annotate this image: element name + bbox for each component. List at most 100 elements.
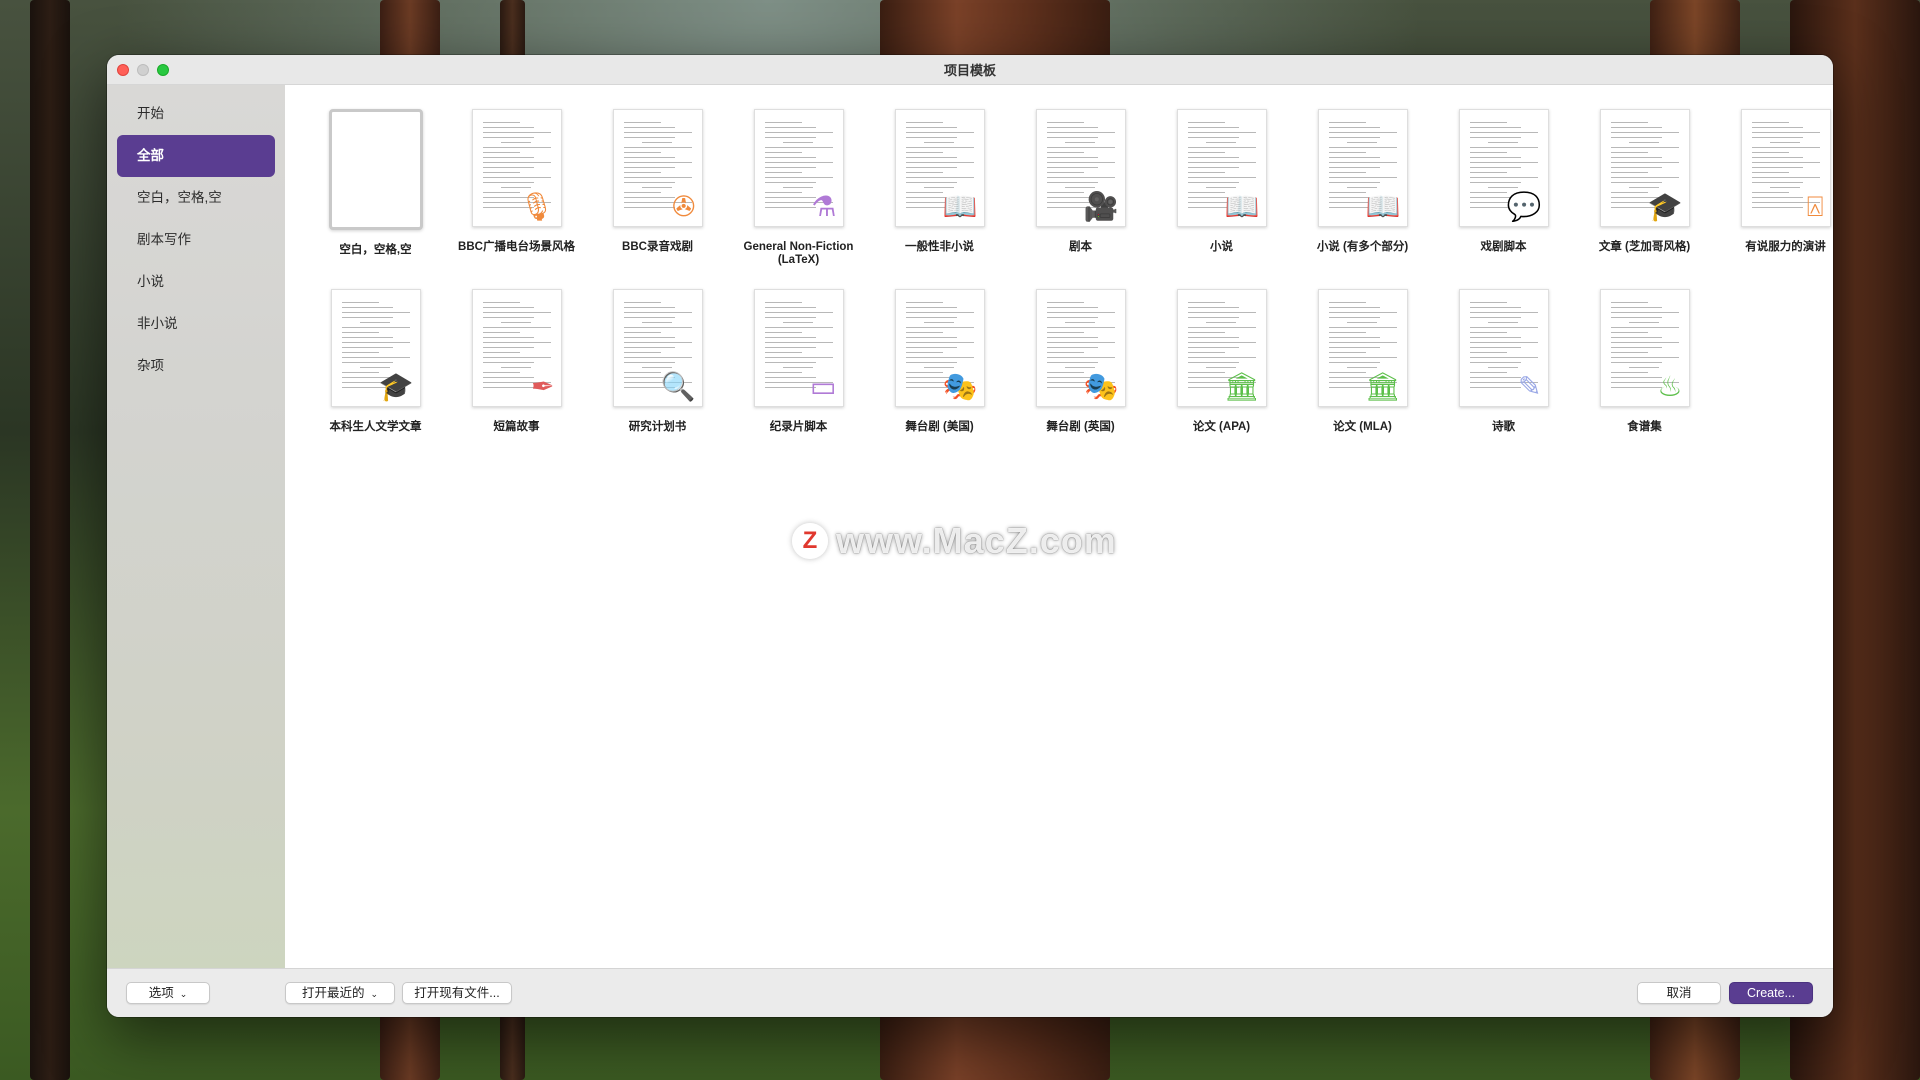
template-label: 有说服力的演讲 xyxy=(1745,241,1826,253)
template-item[interactable]: ✒ 短篇故事 xyxy=(446,289,587,434)
institution-icon: 🏛 xyxy=(1364,371,1401,402)
movie-camera-icon: 🎥 xyxy=(1083,191,1119,222)
template-item[interactable]: 📖 小说 (有多个部分) xyxy=(1292,109,1433,267)
template-item[interactable]: ♨ 食谱集 xyxy=(1574,289,1715,434)
template-label: 舞台剧 (美国) xyxy=(905,421,974,433)
template-thumbnail[interactable]: 🏛 xyxy=(1317,289,1408,407)
template-thumbnail[interactable]: 📖 xyxy=(1317,109,1408,227)
graduation-cap-icon: 🎓 xyxy=(1647,191,1683,222)
template-item[interactable]: 📖 小说 xyxy=(1151,109,1292,267)
sidebar-item-blank[interactable]: 空白，空格,空 xyxy=(117,177,275,219)
chef-hat-icon: ♨ xyxy=(1657,371,1683,402)
template-label: 本科生人文学文章 xyxy=(329,421,422,433)
template-label: 论文 (MLA) xyxy=(1333,421,1392,433)
template-item[interactable]: 🎓 文章 (芝加哥风格) xyxy=(1574,109,1715,267)
template-label: 一般性非小说 xyxy=(905,241,974,253)
sidebar-item-start[interactable]: 开始 xyxy=(117,93,275,135)
create-button[interactable]: Create... xyxy=(1729,982,1813,1004)
watermark-logo: Z xyxy=(792,523,828,559)
template-thumbnail[interactable]: 📖 xyxy=(1176,109,1267,227)
template-thumbnail[interactable]: 🎭 xyxy=(1035,289,1126,407)
template-item[interactable]: 🏛 论文 (APA) xyxy=(1151,289,1292,434)
zoom-button[interactable] xyxy=(157,64,169,76)
template-thumbnail[interactable]: 💬 xyxy=(1458,109,1549,227)
sidebar-item-non-fiction[interactable]: 非小说 xyxy=(117,303,275,345)
window-title: 项目模板 xyxy=(943,63,996,78)
window-controls xyxy=(117,64,169,76)
template-thumbnail[interactable]: 🏛 xyxy=(1176,289,1267,407)
sidebar-item-all[interactable]: 全部 xyxy=(117,135,275,177)
template-item[interactable]: ⍓ 有说服力的演讲 xyxy=(1715,109,1833,267)
template-label: 短篇故事 xyxy=(493,421,540,433)
minimize-button[interactable] xyxy=(137,64,149,76)
template-thumbnail[interactable]: 🎓 xyxy=(1599,109,1690,227)
template-item[interactable]: 🎙 BBC广播电台场景风格 xyxy=(446,109,587,267)
monitor-icon: ▭ xyxy=(810,371,837,402)
open-recent-label: 打开最近的 xyxy=(301,986,365,1000)
template-item[interactable]: 空白，空格,空 xyxy=(305,109,446,267)
template-item[interactable]: 🎥 剧本 xyxy=(1010,109,1151,267)
bottom-toolbar: 选项 ⌄ 打开最近的 ⌄ 打开现有文件... 取消 Create... xyxy=(107,968,1833,1017)
template-label: BBC录音戏剧 xyxy=(622,241,693,253)
template-label: 研究计划书 xyxy=(628,421,687,433)
template-thumbnail[interactable] xyxy=(328,109,423,230)
close-button[interactable] xyxy=(117,64,129,76)
template-item[interactable]: ⚗ General Non-Fiction (LaTeX) xyxy=(728,109,869,267)
template-item[interactable]: 📖 一般性非小说 xyxy=(869,109,1010,267)
template-item[interactable]: 🎓 本科生人文学文章 xyxy=(305,289,446,434)
template-label: 戏剧脚本 xyxy=(1480,241,1527,253)
sidebar-item-misc[interactable]: 杂项 xyxy=(117,345,275,387)
template-item[interactable]: 🎭 舞台剧 (英国) xyxy=(1010,289,1151,434)
template-item[interactable]: 🔍 研究计划书 xyxy=(587,289,728,434)
template-thumbnail[interactable]: ✒ xyxy=(471,289,562,407)
template-label: BBC广播电台场景风格 xyxy=(458,241,575,253)
template-thumbnail[interactable]: 🎥 xyxy=(1035,109,1126,227)
sidebar-item-fiction[interactable]: 小说 xyxy=(117,261,275,303)
template-thumbnail[interactable]: ▭ xyxy=(753,289,844,407)
institution-icon: 🏛 xyxy=(1223,371,1260,402)
flask-icon: ⚗ xyxy=(811,191,837,222)
template-thumbnail[interactable]: ⚗ xyxy=(753,109,844,227)
template-item[interactable]: 🏛 论文 (MLA) xyxy=(1292,289,1433,434)
magnifier-icon: 🔍 xyxy=(660,371,696,402)
template-label: 小说 (有多个部分) xyxy=(1316,241,1409,253)
template-thumbnail[interactable]: 📖 xyxy=(894,109,985,227)
template-thumbnail[interactable]: ♨ xyxy=(1599,289,1690,407)
template-item[interactable]: ✎ 诗歌 xyxy=(1433,289,1574,434)
sidebar-item-scriptwriting[interactable]: 剧本写作 xyxy=(117,219,275,261)
chevron-down-icon: ⌄ xyxy=(370,989,379,999)
options-label: 选项 xyxy=(148,986,174,1000)
template-thumbnail[interactable]: ✇ xyxy=(612,109,703,227)
template-thumbnail[interactable]: 🔍 xyxy=(612,289,703,407)
open-recent-dropdown[interactable]: 打开最近的 ⌄ xyxy=(285,982,395,1004)
book-icon: 📖 xyxy=(1224,191,1260,222)
category-sidebar: 开始 全部 空白，空格,空 剧本写作 小说 非小说 杂项 xyxy=(107,85,285,968)
template-item[interactable]: ✇ BBC录音戏剧 xyxy=(587,109,728,267)
graduation-cap-icon: 🎓 xyxy=(378,371,414,402)
template-item[interactable]: 💬 戏剧脚本 xyxy=(1433,109,1574,267)
book-icon: 📖 xyxy=(942,191,978,222)
template-label: 小说 xyxy=(1210,241,1233,253)
watermark-text: www.MacZ.com xyxy=(836,520,1117,561)
template-thumbnail[interactable]: ⍓ xyxy=(1740,109,1831,227)
theater-masks-icon: 🎭 xyxy=(1083,371,1119,402)
open-existing-button[interactable]: 打开现有文件... xyxy=(402,982,512,1004)
template-label: 剧本 xyxy=(1069,241,1092,253)
chevron-down-icon: ⌄ xyxy=(179,989,188,999)
template-label: 空白，空格,空 xyxy=(339,244,412,256)
book-icon: 📖 xyxy=(1365,191,1401,222)
template-label: 食谱集 xyxy=(1627,421,1662,433)
watermark: Z www.MacZ.com xyxy=(792,520,1117,562)
template-label: 文章 (芝加哥风格) xyxy=(1598,241,1691,253)
template-thumbnail[interactable]: 🎭 xyxy=(894,289,985,407)
template-thumbnail[interactable]: 🎓 xyxy=(330,289,421,407)
template-grid: 空白，空格,空 🎙 BBC广播电台场景风格 ✇ BBC录音戏剧 ⚗ General Non-… xyxy=(305,109,1831,434)
template-thumbnail[interactable]: 🎙 xyxy=(471,109,562,227)
title-bar: 项目模板 xyxy=(107,55,1833,85)
template-item[interactable]: ▭ 纪录片脚本 xyxy=(728,289,869,434)
template-item[interactable]: 🎭 舞台剧 (美国) xyxy=(869,289,1010,434)
cancel-button[interactable]: 取消 xyxy=(1637,982,1721,1004)
options-dropdown[interactable]: 选项 ⌄ xyxy=(126,982,210,1004)
template-label: 论文 (APA) xyxy=(1192,421,1251,433)
template-thumbnail[interactable]: ✎ xyxy=(1458,289,1549,407)
